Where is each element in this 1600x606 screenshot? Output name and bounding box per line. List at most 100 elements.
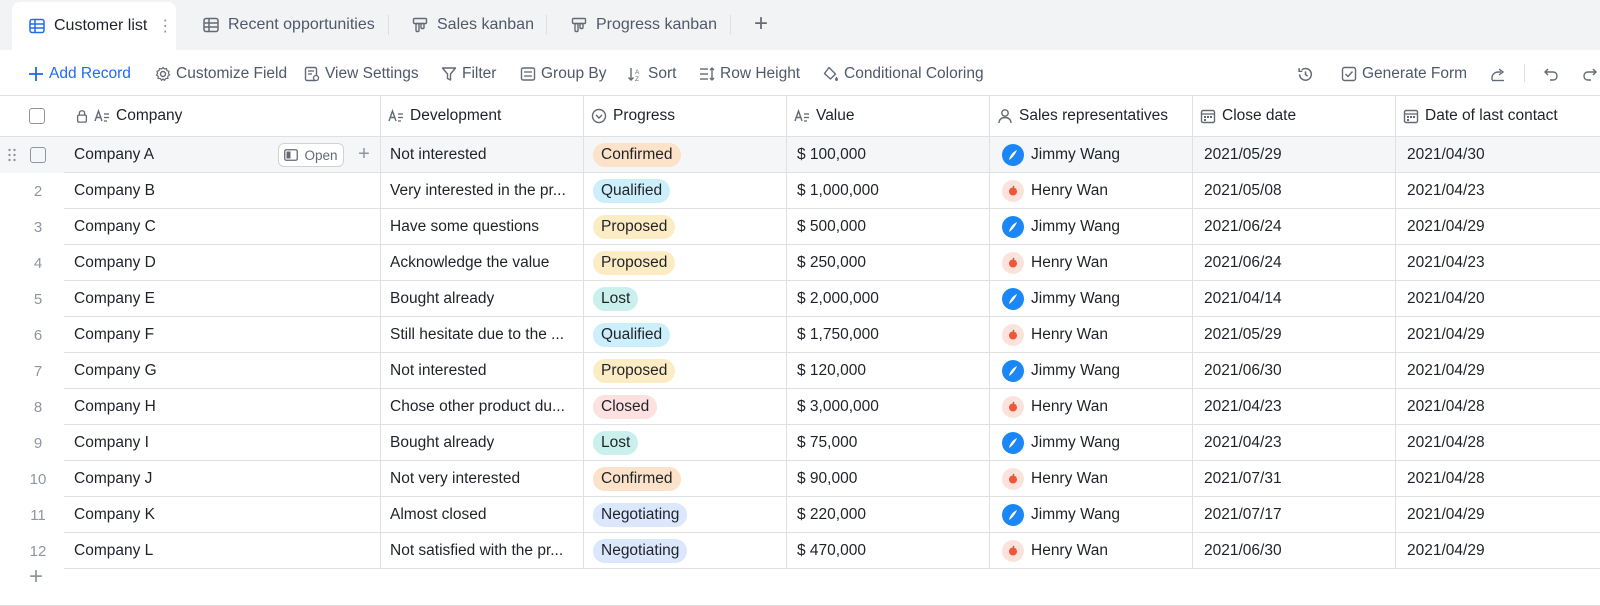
insert-row-button[interactable]: + xyxy=(354,143,374,167)
development-cell[interactable]: Still hesitate due to the ... xyxy=(390,317,564,353)
open-record-button[interactable]: Open xyxy=(278,143,344,167)
last-cell[interactable]: 2021/04/29 xyxy=(1407,497,1485,533)
table-row[interactable]: 5 Company E Bought already Lost $ 2,000,000 J… xyxy=(0,281,1600,317)
table-row[interactable]: 9 Company I Bought already Lost $ 75,000 Jimm… xyxy=(0,425,1600,461)
value-cell[interactable]: $ 3,000,000 xyxy=(797,389,879,425)
conditional-coloring-button[interactable]: Conditional Coloring xyxy=(822,63,984,85)
development-cell[interactable]: Almost closed xyxy=(390,497,486,533)
last-cell[interactable]: 2021/04/29 xyxy=(1407,317,1485,353)
progress-cell[interactable]: Qualified xyxy=(593,317,671,353)
sales-rep-cell[interactable]: Henry Wan xyxy=(1002,533,1108,569)
table-row[interactable]: 7 Company G Not interested Proposed $ 120,00… xyxy=(0,353,1600,389)
drag-handle-icon[interactable] xyxy=(7,148,19,162)
tab-progress-kanban[interactable]: Progress kanban xyxy=(570,0,717,50)
table-row[interactable]: 8 Company H Chose other product du... Close… xyxy=(0,389,1600,425)
last-cell[interactable]: 2021/04/28 xyxy=(1407,389,1485,425)
last-cell[interactable]: 2021/04/29 xyxy=(1407,533,1485,569)
table-row[interactable]: 3 Company C Have some questions Proposed $ 5… xyxy=(0,209,1600,245)
value-cell[interactable]: $ 100,000 xyxy=(797,137,866,173)
value-cell[interactable]: $ 470,000 xyxy=(797,533,866,569)
development-cell[interactable]: Not very interested xyxy=(390,461,520,497)
close-cell[interactable]: 2021/07/31 xyxy=(1204,461,1282,497)
close-cell[interactable]: 2021/05/08 xyxy=(1204,173,1282,209)
progress-cell[interactable]: Proposed xyxy=(593,353,676,389)
development-cell[interactable]: Bought already xyxy=(390,425,494,461)
company-cell[interactable]: Company E xyxy=(74,281,155,317)
sales-rep-cell[interactable]: Henry Wan xyxy=(1002,173,1108,209)
development-cell[interactable]: Chose other product du... xyxy=(390,389,565,425)
development-cell[interactable]: Very interested in the pr... xyxy=(390,173,566,209)
last-cell[interactable]: 2021/04/23 xyxy=(1407,245,1485,281)
sales-rep-cell[interactable]: Jimmy Wang xyxy=(1002,137,1120,173)
company-cell[interactable]: Company B xyxy=(74,173,155,209)
tab-sales-kanban[interactable]: Sales kanban xyxy=(411,0,534,50)
customize-field-button[interactable]: Customize Field xyxy=(154,63,287,85)
share-button[interactable] xyxy=(1489,63,1511,85)
tab-recent-opportunities[interactable]: Recent opportunities xyxy=(202,0,375,50)
select-all-checkbox[interactable] xyxy=(29,96,45,136)
column-header-last-contact[interactable]: Date of last contact xyxy=(1403,96,1558,136)
value-cell[interactable]: $ 2,000,000 xyxy=(797,281,879,317)
development-cell[interactable]: Not interested xyxy=(390,353,487,389)
company-cell[interactable]: Company F xyxy=(74,317,154,353)
progress-cell[interactable]: Confirmed xyxy=(593,461,681,497)
view-settings-button[interactable]: View Settings xyxy=(303,63,419,85)
company-cell[interactable]: Company K xyxy=(74,497,155,533)
last-cell[interactable]: 2021/04/23 xyxy=(1407,173,1485,209)
close-cell[interactable]: 2021/04/14 xyxy=(1204,281,1282,317)
company-cell[interactable]: Company G xyxy=(74,353,157,389)
development-cell[interactable]: Acknowledge the value xyxy=(390,245,549,281)
column-header-development[interactable]: Development xyxy=(388,96,501,136)
close-cell[interactable]: 2021/04/23 xyxy=(1204,389,1282,425)
undo-button[interactable] xyxy=(1542,63,1564,85)
group-by-button[interactable]: Group By xyxy=(519,63,606,85)
last-cell[interactable]: 2021/04/28 xyxy=(1407,461,1485,497)
close-cell[interactable]: 2021/04/23 xyxy=(1204,425,1282,461)
sales-rep-cell[interactable]: Henry Wan xyxy=(1002,317,1108,353)
add-row-button[interactable]: + xyxy=(25,565,47,589)
close-cell[interactable]: 2021/06/30 xyxy=(1204,353,1282,389)
close-cell[interactable]: 2021/07/17 xyxy=(1204,497,1282,533)
company-cell[interactable]: Company C xyxy=(74,209,156,245)
progress-cell[interactable]: Lost xyxy=(593,281,639,317)
close-cell[interactable]: 2021/06/24 xyxy=(1204,245,1282,281)
sales-rep-cell[interactable]: Henry Wan xyxy=(1002,461,1108,497)
filter-button[interactable]: Filter xyxy=(440,63,496,85)
column-header-progress[interactable]: Progress xyxy=(591,96,675,136)
sales-rep-cell[interactable]: Jimmy Wang xyxy=(1002,353,1120,389)
table-row[interactable]: 11 Company K Almost closed Negotiating $ 220… xyxy=(0,497,1600,533)
value-cell[interactable]: $ 75,000 xyxy=(797,425,857,461)
add-view-button[interactable]: + xyxy=(749,12,773,36)
company-cell[interactable]: Company A xyxy=(74,137,154,173)
last-cell[interactable]: 2021/04/20 xyxy=(1407,281,1485,317)
company-cell[interactable]: Company H xyxy=(74,389,156,425)
column-header-sales-representatives[interactable]: Sales representatives xyxy=(997,96,1168,136)
development-cell[interactable]: Not interested xyxy=(390,137,487,173)
sales-rep-cell[interactable]: Jimmy Wang xyxy=(1002,497,1120,533)
close-cell[interactable]: 2021/05/29 xyxy=(1204,317,1282,353)
table-row[interactable]: 4 Company D Acknowledge the value Proposed $… xyxy=(0,245,1600,281)
progress-cell[interactable]: Closed xyxy=(593,389,658,425)
close-cell[interactable]: 2021/06/30 xyxy=(1204,533,1282,569)
sales-rep-cell[interactable]: Jimmy Wang xyxy=(1002,425,1120,461)
sales-rep-cell[interactable]: Henry Wan xyxy=(1002,389,1108,425)
development-cell[interactable]: Not satisfied with the pr... xyxy=(390,533,563,569)
table-row[interactable]: 12 Company L Not satisfied with the pr... N… xyxy=(0,533,1600,569)
progress-cell[interactable]: Proposed xyxy=(593,209,676,245)
company-cell[interactable]: Company D xyxy=(74,245,156,281)
add-record-button[interactable]: Add Record xyxy=(27,63,131,85)
company-cell[interactable]: Company I xyxy=(74,425,149,461)
row-height-button[interactable]: Row Height xyxy=(698,63,800,85)
table-row[interactable]: 10 Company J Not very interested Confirmed $… xyxy=(0,461,1600,497)
value-cell[interactable]: $ 250,000 xyxy=(797,245,866,281)
sales-rep-cell[interactable]: Jimmy Wang xyxy=(1002,209,1120,245)
last-cell[interactable]: 2021/04/30 xyxy=(1407,137,1485,173)
redo-button[interactable] xyxy=(1581,63,1600,85)
progress-cell[interactable]: Negotiating xyxy=(593,497,688,533)
company-cell[interactable]: Company L xyxy=(74,533,153,569)
tab-more-icon[interactable]: ⋮ xyxy=(157,16,173,36)
row-checkbox[interactable] xyxy=(30,137,46,173)
sales-rep-cell[interactable]: Jimmy Wang xyxy=(1002,281,1120,317)
last-cell[interactable]: 2021/04/28 xyxy=(1407,425,1485,461)
company-cell[interactable]: Company J xyxy=(74,461,152,497)
